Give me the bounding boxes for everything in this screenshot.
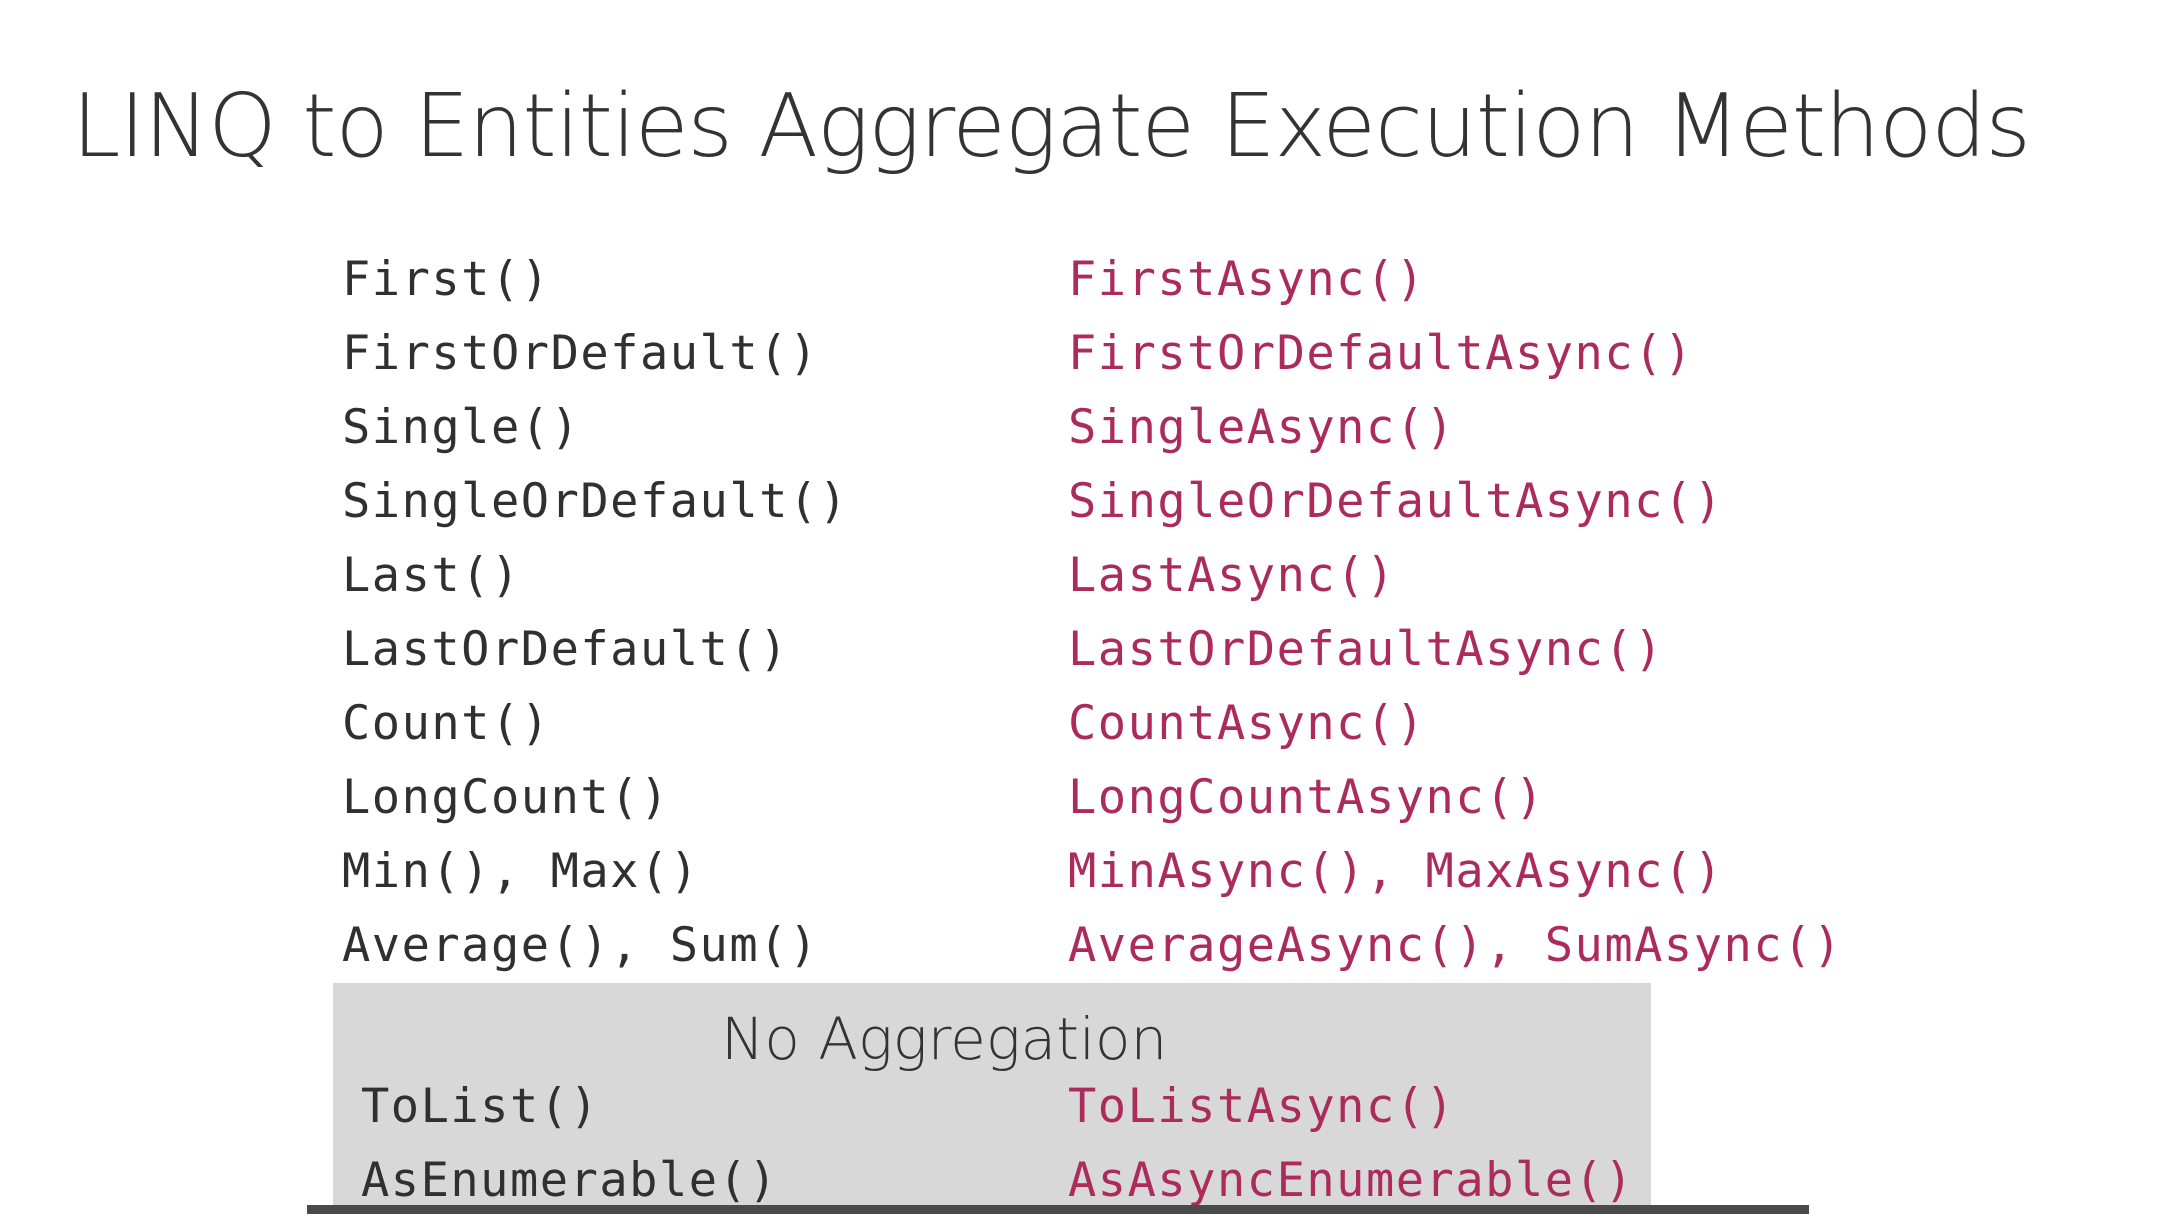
no-aggregation-panel: No Aggregation ToList() AsEnumerable() T…	[333, 983, 1651, 1214]
slide-title: LINQ to Entities Aggregate Execution Met…	[72, 75, 2031, 177]
sync-method: Average(), Sum()	[342, 918, 819, 973]
async-methods-list: FirstAsync() FirstOrDefaultAsync() Singl…	[1068, 243, 1843, 983]
async-method: LastAsync()	[1068, 548, 1396, 603]
async-method: FirstAsync()	[1068, 252, 1426, 307]
sync-method: LongCount()	[342, 770, 670, 825]
async-method: SingleOrDefaultAsync()	[1068, 474, 1724, 529]
no-aggregation-async-list: ToListAsync() AsAsyncEnumerable()	[1068, 1070, 1634, 1218]
sync-method: LastOrDefault()	[342, 622, 789, 677]
sync-method: Min(), Max()	[342, 844, 700, 899]
async-method: MinAsync(), MaxAsync()	[1068, 844, 1724, 899]
async-method: LastOrDefaultAsync()	[1068, 622, 1664, 677]
sync-method: SingleOrDefault()	[342, 474, 849, 529]
no-aggregation-heading: No Aggregation	[721, 1005, 1168, 1073]
sync-method: FirstOrDefault()	[342, 326, 819, 381]
async-method: ToListAsync()	[1068, 1079, 1456, 1134]
sync-method: Last()	[342, 548, 521, 603]
no-aggregation-sync-list: ToList() AsEnumerable()	[361, 1070, 778, 1218]
sync-method: ToList()	[361, 1079, 600, 1134]
sync-methods-list: First() FirstOrDefault() Single() Single…	[342, 243, 849, 983]
async-method: CountAsync()	[1068, 696, 1426, 751]
async-method: AverageAsync(), SumAsync()	[1068, 918, 1843, 973]
sync-method: First()	[342, 252, 551, 307]
async-method: LongCountAsync()	[1068, 770, 1545, 825]
sync-method: Count()	[342, 696, 551, 751]
async-method: FirstOrDefaultAsync()	[1068, 326, 1694, 381]
sync-method: Single()	[342, 400, 581, 455]
bottom-scrollbar	[307, 1205, 1809, 1214]
async-method: SingleAsync()	[1068, 400, 1456, 455]
